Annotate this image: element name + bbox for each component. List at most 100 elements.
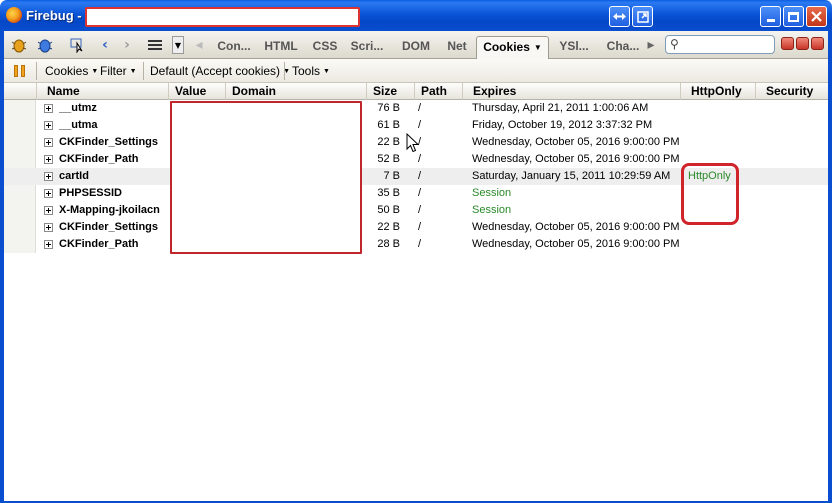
toolbar-separator bbox=[143, 62, 144, 80]
cookie-name: X-Mapping-jkoilacn bbox=[59, 204, 160, 216]
cookie-expires: Wednesday, October 05, 2016 9:00:00 PM bbox=[472, 136, 680, 148]
cookie-expires: Friday, October 19, 2012 3:37:32 PM bbox=[472, 119, 653, 131]
cookie-expires: Wednesday, October 05, 2016 9:00:00 PM bbox=[472, 153, 680, 165]
expand-icon[interactable] bbox=[44, 121, 53, 130]
tab-script[interactable]: Scri... bbox=[347, 37, 387, 57]
cookie-name: CKFinder_Settings bbox=[59, 221, 159, 233]
forward-arrow-icon[interactable]: › bbox=[118, 36, 136, 54]
tabs-scroll-left-icon[interactable]: ◂ bbox=[190, 36, 208, 54]
expand-icon[interactable] bbox=[44, 104, 53, 113]
cookie-path: / bbox=[418, 204, 422, 216]
chevron-down-icon: ▼ bbox=[323, 68, 330, 75]
cookie-path: / bbox=[418, 119, 422, 131]
column-header-domain[interactable]: Domain bbox=[225, 83, 366, 100]
search-input[interactable] bbox=[686, 37, 772, 52]
column-header-expires[interactable]: Expires bbox=[462, 83, 680, 100]
cookie-path: / bbox=[418, 136, 422, 148]
tab-changes[interactable]: Cha... bbox=[603, 37, 643, 57]
toolbar-separator bbox=[284, 62, 285, 80]
tab-yslow[interactable]: YSl... bbox=[555, 37, 593, 57]
firebug-bug-icon[interactable] bbox=[10, 36, 28, 54]
cookie-name: CKFinder_Settings bbox=[59, 136, 159, 148]
column-header-value[interactable]: Value bbox=[168, 83, 225, 100]
panel-menu-icon[interactable] bbox=[146, 36, 164, 54]
cookies-toolbar: Cookies ▼ Filter ▼ Default (Accept cookies… bbox=[4, 59, 828, 83]
table-row[interactable]: __utma 61 B / Friday, October 19, 2012 3… bbox=[4, 117, 828, 134]
close-firebug-button[interactable] bbox=[811, 37, 824, 50]
cookie-path: / bbox=[418, 187, 422, 199]
search-box[interactable]: ⚲ bbox=[665, 35, 775, 54]
column-header-path[interactable]: Path bbox=[414, 83, 462, 100]
tab-html[interactable]: HTML bbox=[262, 37, 300, 57]
cookie-size: 22 B bbox=[377, 221, 400, 233]
inspect-bug-icon[interactable] bbox=[36, 36, 54, 54]
tools-menu-label: Tools bbox=[292, 64, 321, 78]
expand-icon[interactable] bbox=[44, 223, 53, 232]
cookie-size: 50 B bbox=[377, 204, 400, 216]
cookie-size: 7 B bbox=[383, 170, 400, 182]
tabs-scroll-right-icon[interactable]: ▸ bbox=[645, 36, 657, 54]
double-arrow-icon bbox=[613, 13, 626, 20]
column-header-size[interactable]: Size bbox=[366, 83, 414, 100]
expand-icon[interactable] bbox=[44, 240, 53, 249]
cookie-name: PHPSESSID bbox=[59, 187, 122, 199]
window-border-right bbox=[828, 31, 832, 503]
cookie-size: 76 B bbox=[377, 102, 400, 114]
cookie-name: __utmz bbox=[59, 102, 97, 114]
firebug-toolbar: ‹ › ▼ ◂ Con... HTML CSS Scri... DOM Net … bbox=[4, 31, 828, 59]
minimize-button[interactable] bbox=[760, 6, 781, 27]
filter-menu-button[interactable]: Filter ▼ bbox=[100, 63, 137, 79]
expand-icon[interactable] bbox=[44, 138, 53, 147]
cookie-expires: Saturday, January 15, 2011 10:29:59 AM bbox=[472, 170, 671, 182]
toolbar-separator bbox=[36, 62, 37, 80]
cookies-menu-button[interactable]: Cookies ▼ bbox=[45, 63, 98, 79]
column-header-security[interactable]: Security bbox=[755, 83, 828, 100]
cookie-name: __utma bbox=[59, 119, 98, 131]
column-header-blank bbox=[4, 83, 36, 100]
expand-icon[interactable] bbox=[44, 172, 53, 181]
cookie-name: CKFinder_Path bbox=[59, 238, 139, 250]
inspect-element-icon[interactable] bbox=[68, 36, 86, 54]
restore-panel-button[interactable] bbox=[609, 6, 630, 27]
cookie-expires: Wednesday, October 05, 2016 9:00:00 PM bbox=[472, 221, 680, 233]
column-header-name[interactable]: Name bbox=[36, 83, 168, 100]
redacted-title-box bbox=[85, 7, 360, 27]
column-header-httponly[interactable]: HttpOnly bbox=[680, 83, 755, 100]
cookie-size: 22 B bbox=[377, 136, 400, 148]
cookies-table: Name Value Domain Size Path Expires Http… bbox=[4, 83, 828, 501]
filter-menu-label: Filter bbox=[100, 64, 127, 78]
redacted-value-domain-box bbox=[170, 101, 362, 254]
cookie-name: CKFinder_Path bbox=[59, 153, 139, 165]
permissions-menu-button[interactable]: Default (Accept cookies) ▼ bbox=[150, 63, 290, 79]
tools-menu-button[interactable]: Tools ▼ bbox=[292, 63, 330, 79]
cookie-path: / bbox=[418, 221, 422, 233]
expand-icon[interactable] bbox=[44, 206, 53, 215]
back-arrow-icon[interactable]: ‹ bbox=[96, 36, 114, 54]
table-row[interactable]: CKFinder_Path 28 B / Wednesday, October … bbox=[4, 236, 828, 253]
pause-icon[interactable] bbox=[14, 65, 26, 77]
tab-net[interactable]: Net bbox=[442, 37, 472, 57]
window-titlebar[interactable]: Firebug - bbox=[0, 0, 832, 31]
tab-dom[interactable]: DOM bbox=[397, 37, 435, 57]
tab-cookies[interactable]: Cookies ▼ bbox=[476, 36, 549, 59]
tab-css[interactable]: CSS bbox=[309, 37, 341, 57]
mouse-cursor-icon bbox=[406, 133, 420, 153]
maximize-button[interactable] bbox=[783, 6, 804, 27]
minimize-icon bbox=[766, 19, 775, 22]
cookie-size: 61 B bbox=[377, 119, 400, 131]
expand-icon[interactable] bbox=[44, 189, 53, 198]
cookie-size: 52 B bbox=[377, 153, 400, 165]
table-row[interactable]: __utmz 76 B / Thursday, April 21, 2011 1… bbox=[4, 100, 828, 117]
dropdown-arrow-icon[interactable]: ▼ bbox=[172, 36, 184, 54]
detach-firebug-button[interactable] bbox=[796, 37, 809, 50]
close-button[interactable] bbox=[806, 6, 827, 27]
cookie-name: cartId bbox=[59, 170, 89, 182]
detach-icon bbox=[636, 10, 649, 23]
chevron-down-icon: ▼ bbox=[91, 68, 99, 75]
detach-window-button[interactable] bbox=[632, 6, 653, 27]
tab-console[interactable]: Con... bbox=[215, 37, 253, 57]
cookie-path: / bbox=[418, 170, 422, 182]
minimize-firebug-button[interactable] bbox=[781, 37, 794, 50]
cookie-path: / bbox=[418, 153, 422, 165]
expand-icon[interactable] bbox=[44, 155, 53, 164]
